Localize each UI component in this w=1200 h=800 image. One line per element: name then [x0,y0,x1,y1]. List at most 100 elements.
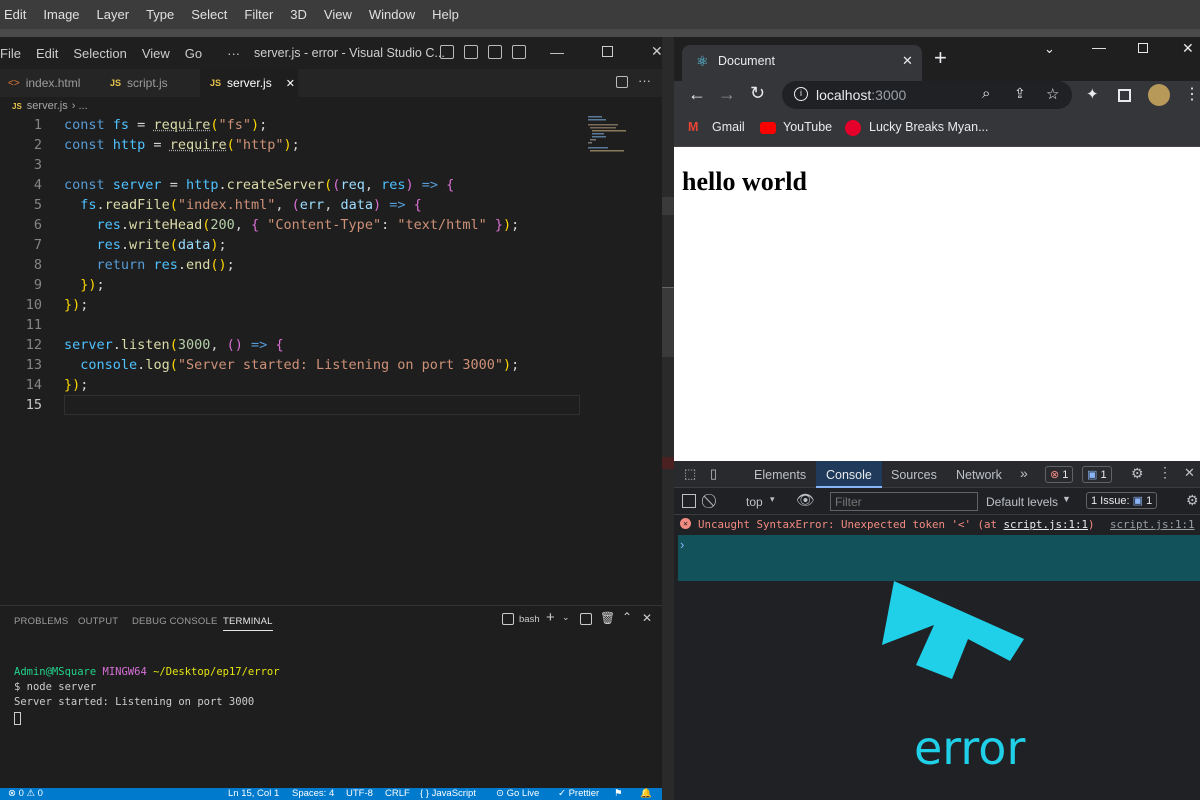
browser-tab[interactable]: ⚛ Document ✕ [682,45,922,81]
error-location-link[interactable]: script.js:1:1 [1004,518,1089,531]
new-tab-button[interactable]: + [934,45,947,71]
inspect-element-icon[interactable]: ⬚ [684,466,696,482]
context-dropdown-icon[interactable]: ▾ [770,494,775,505]
vs-menu-more[interactable]: ··· [227,46,240,61]
close-tab-icon[interactable]: ✕ [902,53,913,69]
close-devtools-icon[interactable]: ✕ [1184,465,1195,481]
notifications-bell-icon[interactable]: 🔔 [640,788,652,799]
split-editor-icon[interactable] [616,76,628,88]
minimize-icon[interactable]: — [550,44,564,60]
forward-icon[interactable]: → [718,84,736,105]
layout-panel-icon[interactable] [464,44,478,59]
customize-layout-icon[interactable] [512,44,526,59]
status-indentation[interactable]: Spaces: 4 [292,788,334,799]
devtools-settings-gear-icon[interactable]: ⚙ [1131,465,1144,482]
console-filter-input[interactable] [830,492,978,511]
devtools-tab-sources[interactable]: Sources [891,468,937,482]
ps-menu-3d[interactable]: 3D [290,7,307,22]
more-tabs-icon[interactable]: » [1020,465,1028,481]
status-language[interactable]: { } JavaScript [420,788,476,799]
error-count-badge[interactable]: ⊗ 1 [1045,466,1074,483]
back-icon[interactable]: ← [688,84,706,105]
vs-menu-file[interactable]: File [0,46,21,61]
site-info-icon[interactable]: i [794,87,808,101]
chrome-menu-icon[interactable]: ⋮ [1184,84,1200,104]
tab-script-js[interactable]: JS script.js [100,69,200,97]
tab-server-js[interactable]: JS server.js ✕ [200,69,298,97]
devtools-tab-elements[interactable]: Elements [754,468,806,482]
status-cursor-position[interactable]: Ln 15, Col 1 [228,788,279,799]
status-eol[interactable]: CRLF [385,788,410,799]
vs-menu-go[interactable]: Go [185,46,202,61]
bookmark-lucky-breaks[interactable]: Lucky Breaks Myan... [869,120,989,134]
reload-icon[interactable]: ↻ [750,83,765,104]
minimap[interactable] [588,114,628,154]
panel-tab-debug-console[interactable]: DEBUG CONSOLE [132,616,217,627]
panel-tab-problems[interactable]: PROBLEMS [14,616,68,627]
message-count-badge[interactable]: ▣ 1 [1082,466,1112,483]
ps-menu-window[interactable]: Window [369,7,415,22]
terminal-output[interactable]: Admin@MSquare MINGW64 ~/Desktop/ep17/err… [14,665,280,710]
error-source-link[interactable]: script.js:1:1 [1110,518,1195,531]
breadcrumb-file[interactable]: server.js [27,100,68,112]
share-icon[interactable]: ⇪ [1014,85,1026,102]
device-toolbar-icon[interactable]: ▯ [710,466,717,482]
maximize-icon[interactable] [1138,43,1148,53]
split-terminal-icon[interactable] [580,613,592,625]
minimize-icon[interactable]: — [1092,39,1106,55]
status-encoding[interactable]: UTF-8 [346,788,373,799]
status-prettier[interactable]: ✓ Prettier [558,788,599,799]
vs-menu-selection[interactable]: Selection [73,46,126,61]
ps-menu-type[interactable]: Type [146,7,174,22]
trash-icon[interactable]: 🗑 [600,611,615,625]
status-go-live[interactable]: ⊙ Go Live [496,788,539,799]
issues-button[interactable]: 1 Issue: ▣ 1 [1086,492,1158,509]
close-window-icon[interactable]: ✕ [1182,40,1194,57]
profile-avatar[interactable] [1148,84,1170,106]
vs-menu-edit[interactable]: Edit [36,46,58,61]
ps-menu-view[interactable]: View [324,7,352,22]
devtools-tab-network[interactable]: Network [956,468,1002,482]
ps-menu-edit[interactable]: Edit [4,7,26,22]
layout-sidebar-icon[interactable] [440,44,454,59]
log-levels-dropdown[interactable]: Default levels [986,495,1058,509]
bookmark-youtube[interactable]: YouTube [783,120,832,134]
code-editor[interactable]: 1 2 3 4 5 6 7 8 9 10 11 12 13 14 15 cons… [0,115,590,415]
ps-menu-layer[interactable]: Layer [97,7,130,22]
tab-search-icon[interactable]: ⌄ [1044,41,1055,57]
devtools-tab-console[interactable]: Console [816,461,882,488]
new-terminal-icon[interactable]: + [546,609,555,626]
devtools-more-icon[interactable]: ⋮ [1158,464,1172,481]
ps-menu-select[interactable]: Select [191,7,227,22]
console-prompt[interactable]: › [678,535,1200,581]
vs-menu-view[interactable]: View [142,46,170,61]
chevron-down-icon[interactable]: ⌄ [562,612,570,623]
side-panel-icon[interactable] [1118,89,1131,102]
panel-tab-terminal[interactable]: TERMINAL [223,616,273,631]
layout-secondary-icon[interactable] [488,44,502,59]
feedback-icon[interactable]: ⚑ [614,788,623,799]
context-selector[interactable]: top [746,495,763,509]
maximize-icon[interactable] [602,46,613,57]
bookmark-gmail[interactable]: Gmail [712,120,745,134]
close-tab-icon[interactable]: ✕ [286,77,295,90]
ps-menu-image[interactable]: Image [43,7,79,22]
address-bar[interactable]: i localhost:3000 ⌕ ⇪ ☆ [782,81,1072,109]
breadcrumb-rest[interactable]: › ... [72,100,88,112]
status-problems[interactable]: ⊗ 0 ⚠ 0 [8,788,43,799]
close-panel-icon[interactable]: ✕ [642,611,652,625]
console-settings-gear-icon[interactable]: ⚙ [1186,492,1199,509]
chevron-up-icon[interactable]: ⌃ [622,610,632,624]
ps-menu-help[interactable]: Help [432,7,459,22]
live-expression-eye-icon[interactable]: 👁 [796,491,815,509]
more-actions-icon[interactable]: ··· [638,73,651,88]
show-sidebar-icon[interactable] [682,494,696,508]
zoom-icon[interactable]: ⌕ [982,85,990,102]
tab-index-html[interactable]: <> index.html [0,69,100,97]
extensions-icon[interactable]: ✦ [1086,85,1099,103]
bookmark-star-icon[interactable]: ☆ [1046,85,1059,103]
terminal-shell-name[interactable]: bash [519,614,540,625]
panel-tab-output[interactable]: OUTPUT [78,616,118,627]
close-window-icon[interactable]: ✕ [651,43,662,60]
ps-menu-filter[interactable]: Filter [244,7,273,22]
